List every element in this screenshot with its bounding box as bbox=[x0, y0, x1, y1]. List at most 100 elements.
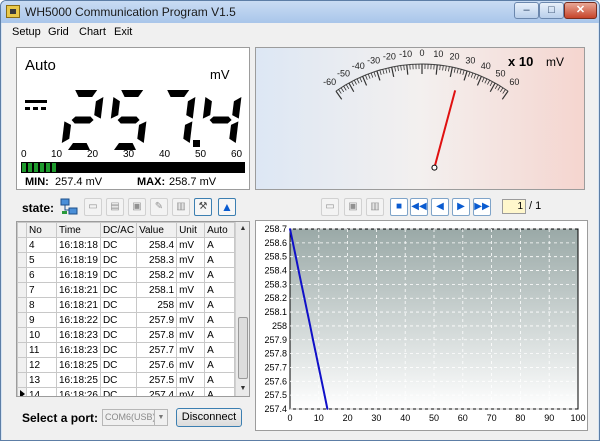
gauge-tick bbox=[397, 65, 399, 71]
cell-time: 16:18:23 bbox=[56, 342, 101, 358]
col-unit[interactable]: Unit bbox=[176, 222, 206, 238]
max-value: 258.7 mV bbox=[169, 176, 217, 188]
col-time[interactable]: Time bbox=[56, 222, 101, 238]
gauge-tick bbox=[406, 64, 409, 75]
table-scrollbar[interactable]: ▲ ▼ bbox=[235, 222, 249, 396]
cell-value: 257.8 bbox=[136, 327, 178, 343]
cell-unit: mV bbox=[176, 312, 206, 328]
chart-new-button[interactable]: ▭ bbox=[321, 198, 339, 216]
y-tick-label: 258.7 bbox=[264, 224, 287, 234]
disconnect-button[interactable]: Disconnect bbox=[176, 408, 242, 427]
gauge-scale-label: 60 bbox=[509, 77, 519, 87]
cell-no: 5 bbox=[26, 252, 57, 268]
upload-button[interactable]: ▲ bbox=[218, 198, 236, 216]
close-button[interactable]: ✕ bbox=[564, 2, 597, 19]
new-button[interactable]: ▭ bbox=[84, 198, 102, 216]
print-icon: ▥ bbox=[176, 201, 186, 212]
table-row[interactable]: 5 16:18:19 DC 258.3 mV A bbox=[17, 252, 235, 268]
y-tick-label: 258.6 bbox=[264, 238, 287, 248]
cell-value: 258 bbox=[136, 297, 178, 313]
col-no[interactable]: No bbox=[26, 222, 57, 238]
table-row[interactable]: 13 16:18:25 DC 257.5 mV A bbox=[17, 372, 235, 388]
gauge-tick bbox=[489, 81, 493, 87]
port-select[interactable]: COM6(USB) ▼ bbox=[102, 409, 168, 426]
cell-dcac: DC bbox=[99, 372, 138, 388]
menu-chart-label: Chart bbox=[79, 26, 106, 38]
bargraph-scale: 0 10 20 30 40 50 60 bbox=[17, 149, 249, 163]
gauge-tick bbox=[442, 65, 444, 71]
table-row[interactable]: 9 16:18:22 DC 257.9 mV A bbox=[17, 312, 235, 328]
scroll-down-icon[interactable]: ▼ bbox=[236, 382, 249, 396]
gauge-tick bbox=[497, 85, 501, 91]
table-row[interactable]: 4 16:18:18 DC 258.4 mV A bbox=[17, 237, 235, 253]
chart-first-button[interactable]: ◀◀ bbox=[410, 198, 428, 216]
gauge-pivot bbox=[431, 164, 438, 171]
y-tick-label: 257.4 bbox=[264, 404, 287, 414]
scroll-up-icon[interactable]: ▲ bbox=[236, 222, 249, 236]
y-tick-label: 258.1 bbox=[264, 307, 287, 317]
tools-button[interactable]: ⚒ bbox=[194, 198, 212, 216]
table-row[interactable]: 10 16:18:23 DC 257.8 mV A bbox=[17, 327, 235, 343]
chart-last-button[interactable]: ▶▶ bbox=[473, 198, 491, 216]
col-auto[interactable]: Auto bbox=[204, 222, 235, 238]
cell-value: 257.5 bbox=[136, 372, 178, 388]
chart-prev-button[interactable]: ◀ bbox=[431, 198, 449, 216]
col-dcac[interactable]: DC/AC bbox=[99, 222, 138, 238]
gauge-scale-label: 50 bbox=[495, 68, 505, 78]
row-indicator bbox=[17, 372, 27, 388]
cell-dcac: DC bbox=[99, 252, 138, 268]
cell-unit: mV bbox=[176, 327, 206, 343]
gauge-tick bbox=[391, 66, 395, 78]
y-tick-label: 258 bbox=[272, 321, 287, 331]
menu-grid[interactable]: Grid bbox=[48, 26, 69, 38]
gauge-scale-label: 10 bbox=[433, 49, 443, 59]
upload-icon: ▲ bbox=[221, 200, 233, 214]
clear-button[interactable]: ✎ bbox=[150, 198, 168, 216]
cell-value: 258.4 bbox=[136, 237, 178, 253]
gauge-scale-label: -40 bbox=[352, 61, 365, 71]
gauge-tick bbox=[400, 65, 402, 71]
chart-stop-button[interactable]: ■ bbox=[390, 198, 408, 216]
y-tick-label: 257.9 bbox=[264, 335, 287, 345]
table-row[interactable]: 8 16:18:21 DC 258 mV A bbox=[17, 297, 235, 313]
digit bbox=[202, 97, 242, 143]
table-row[interactable]: 6 16:18:19 DC 258.2 mV A bbox=[17, 267, 235, 283]
gauge-tick bbox=[476, 74, 479, 80]
minimize-button[interactable]: – bbox=[514, 2, 539, 19]
menu-setup[interactable]: Setup bbox=[12, 26, 41, 38]
table-row[interactable]: 11 16:18:23 DC 257.7 mV A bbox=[17, 342, 235, 358]
row-indicator bbox=[17, 252, 27, 268]
table-row[interactable]: 12 16:18:25 DC 257.6 mV A bbox=[17, 357, 235, 373]
gauge-tick bbox=[338, 89, 342, 94]
table-row[interactable]: 14 16:18:26 DC 257.4 mV A bbox=[17, 387, 235, 396]
y-tick-label: 258.5 bbox=[264, 252, 287, 262]
analog-gauge: -60-50-40-30 -20 -10 0 10 20 30 40 50 60 bbox=[323, 48, 519, 171]
save-button[interactable]: ▣ bbox=[128, 198, 146, 216]
chart-print-button[interactable]: ▥ bbox=[366, 198, 384, 216]
cell-value: 258.3 bbox=[136, 252, 178, 268]
table-row[interactable]: 7 16:18:21 DC 258.1 mV A bbox=[17, 282, 235, 298]
x-tick-label: 70 bbox=[487, 413, 497, 423]
menu-grid-label: Grid bbox=[48, 26, 69, 38]
chart-save-button[interactable]: ▣ bbox=[344, 198, 362, 216]
scroll-thumb[interactable] bbox=[238, 317, 248, 379]
page-number-input[interactable]: 1 bbox=[502, 199, 526, 214]
chart-next-button[interactable]: ▶ bbox=[452, 198, 470, 216]
maximize-button[interactable]: □ bbox=[539, 2, 564, 19]
cell-time: 16:18:19 bbox=[56, 252, 101, 268]
seven-segment-reading bbox=[61, 90, 242, 150]
digital-display-panel: Auto mV 0 10 20 30 40 50 60 MIN: 257.4 mV MAX:… bbox=[16, 47, 250, 190]
col-value[interactable]: Value bbox=[136, 222, 178, 238]
menu-chart[interactable]: Chart bbox=[79, 26, 106, 38]
save-icon: ▣ bbox=[132, 201, 142, 212]
open-button[interactable]: ▤ bbox=[106, 198, 124, 216]
gauge-scale-label: 0 bbox=[419, 48, 424, 58]
app-window: WH5000 Communication Program V1.5 – □ ✕ … bbox=[0, 0, 600, 441]
cell-time: 16:18:22 bbox=[56, 312, 101, 328]
gauge-tick bbox=[445, 65, 447, 71]
gauge-scale-label: -30 bbox=[367, 55, 380, 65]
data-point bbox=[306, 311, 309, 313]
print-button[interactable]: ▥ bbox=[172, 198, 190, 216]
gauge-tick bbox=[473, 73, 477, 79]
menu-exit[interactable]: Exit bbox=[114, 26, 132, 38]
